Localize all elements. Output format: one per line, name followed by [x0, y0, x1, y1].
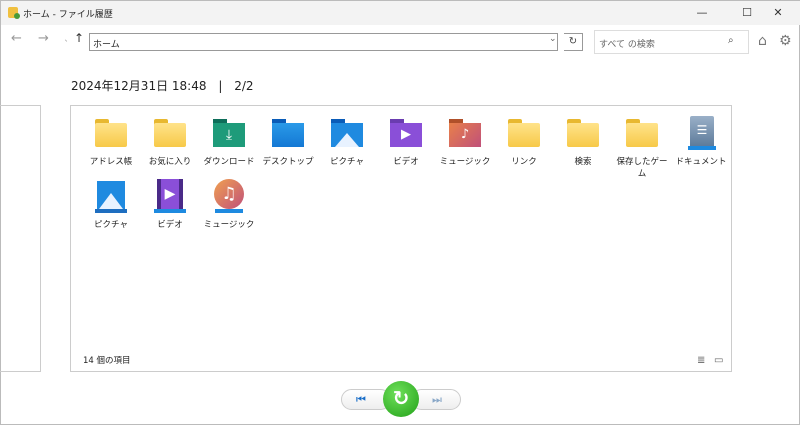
folder-item-label: アドレス帳: [89, 157, 133, 167]
folder-item-label: ミュージック: [439, 157, 491, 167]
music-icon: ♫: [212, 179, 246, 213]
folder-item[interactable]: 保存したゲーム: [613, 116, 671, 180]
folder-item[interactable]: ▶ ビデオ: [377, 116, 435, 168]
folder-item[interactable]: 検索: [554, 116, 612, 168]
folder-item[interactable]: アドレス帳: [82, 116, 140, 168]
search-input[interactable]: すべて の検索: [594, 30, 749, 54]
folder-item-label: ビデオ: [393, 157, 419, 167]
recent-locations-button[interactable]: ˎ: [64, 31, 69, 42]
folder-icon: [566, 116, 600, 150]
pictures-folder-icon: [330, 116, 364, 150]
back-button[interactable]: ←: [11, 31, 22, 46]
folder-item[interactable]: ♫ ミュージック: [200, 179, 258, 231]
music-folder-icon: ♪: [448, 116, 482, 150]
downloads-icon: ⤓: [212, 116, 246, 150]
folder-item-label: お気に入り: [148, 157, 192, 167]
forward-button[interactable]: →: [38, 31, 49, 46]
folder-item-label: ピクチャ: [330, 157, 364, 167]
address-bar[interactable]: ホーム: [89, 33, 558, 51]
folder-item[interactable]: リンク: [495, 116, 553, 168]
details-view-icon[interactable]: ≣: [697, 355, 705, 366]
large-icons-view-icon[interactable]: ▭: [714, 355, 723, 366]
documents-icon: ☰: [684, 116, 718, 150]
home-icon[interactable]: ⌂: [758, 33, 767, 49]
folder-icon: [507, 116, 541, 150]
folder-item-label: リンク: [511, 157, 537, 167]
minimize-button[interactable]: —: [687, 4, 717, 22]
folder-item-label: ピクチャ: [94, 220, 128, 230]
folder-icon: [153, 116, 187, 150]
window-title: ホーム - ファイル履歴: [23, 10, 113, 20]
desktop-icon: [271, 116, 305, 150]
videos-folder-icon: ▶: [389, 116, 423, 150]
folder-item-label: ダウンロード: [203, 157, 255, 167]
address-dropdown-icon[interactable]: ⌄: [549, 34, 557, 44]
folder-item-label: 検索: [574, 157, 592, 167]
title-bar: ホーム - ファイル履歴 — ☐ ✕: [1, 1, 800, 25]
folder-item[interactable]: ☰ ドキュメント: [672, 116, 730, 168]
close-button[interactable]: ✕: [763, 4, 793, 22]
folder-item[interactable]: ♪ ミュージック: [436, 116, 494, 168]
file-view: アドレス帳 お気に入り ⤓ ダウンロード デスクトップ ピクチャ ▶ ビデオ ♪ ミュージック リン…: [70, 105, 732, 372]
folder-item[interactable]: お気に入り: [141, 116, 199, 168]
folder-item-label: 保存したゲーム: [616, 157, 668, 179]
backup-date-header: 2024年12月31日 18:48 | 2/2: [71, 77, 254, 94]
search-icon[interactable]: ⌕: [728, 35, 734, 46]
item-count: 14 個の項目: [83, 356, 131, 366]
folder-item-label: ドキュメント: [675, 157, 727, 167]
folder-item-label: ビデオ: [157, 220, 183, 230]
folder-item[interactable]: ピクチャ: [318, 116, 376, 168]
videos-icon: ▶: [153, 179, 187, 213]
folder-icon: [94, 116, 128, 150]
restore-button[interactable]: ↻: [383, 381, 419, 417]
folder-item[interactable]: ⤓ ダウンロード: [200, 116, 258, 168]
refresh-button[interactable]: ↻: [564, 33, 583, 51]
file-history-icon: [8, 7, 20, 19]
folder-item[interactable]: ピクチャ: [82, 179, 140, 231]
backup-date: 2024年12月31日 18:48: [71, 79, 207, 93]
folder-item-label: デスクトップ: [262, 157, 314, 167]
pictures-icon: [94, 179, 128, 213]
maximize-button[interactable]: ☐: [732, 4, 762, 22]
folder-item-label: ミュージック: [203, 220, 255, 230]
previous-version-panel[interactable]: [0, 105, 41, 372]
separator: |: [218, 79, 223, 93]
folder-item[interactable]: デスクトップ: [259, 116, 317, 168]
page-indicator: 2/2: [234, 79, 254, 93]
settings-gear-icon[interactable]: ⚙: [779, 33, 792, 49]
up-button[interactable]: ↑: [74, 31, 84, 45]
folder-icon: [625, 116, 659, 150]
folder-item[interactable]: ▶ ビデオ: [141, 179, 199, 231]
